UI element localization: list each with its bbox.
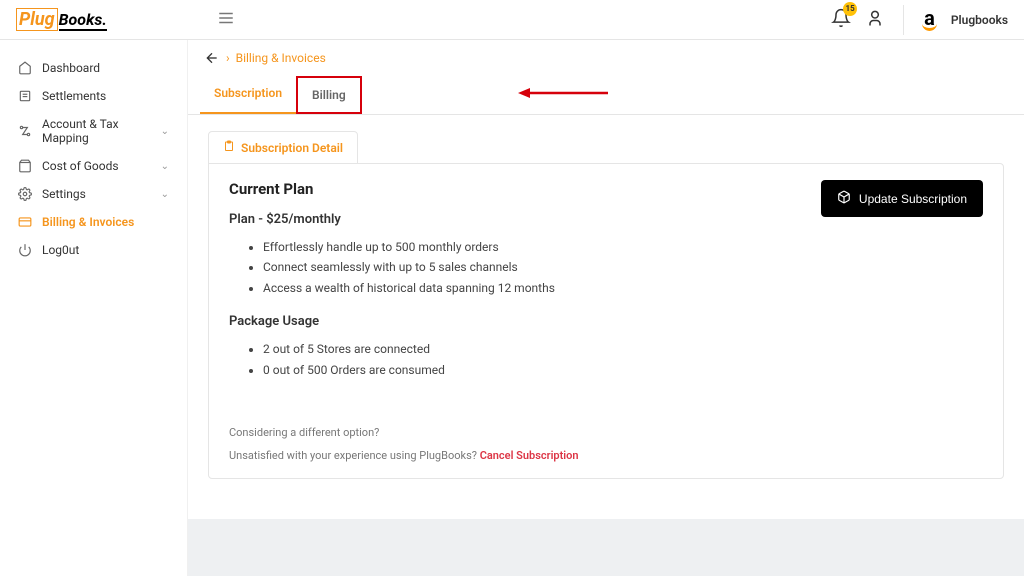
subscription-detail-body: Update Subscription Current Plan Plan - … <box>208 163 1004 479</box>
logo-part2: Books. <box>59 10 107 31</box>
update-subscription-button[interactable]: Update Subscription <box>821 180 983 217</box>
chevron-down-icon: ⌄ <box>161 126 169 137</box>
notification-bell[interactable]: 15 <box>831 8 851 32</box>
plan-point: Access a wealth of historical data spann… <box>263 278 983 298</box>
gear-icon <box>18 187 32 201</box>
cancel-subscription-link[interactable]: Cancel Subscription <box>480 449 579 462</box>
sidebar-item-label: Settings <box>42 187 86 201</box>
company-name: Plugbooks <box>951 13 1008 27</box>
pill-label: Subscription Detail <box>241 141 343 155</box>
sidebar-item-label: Settlements <box>42 89 106 103</box>
tabs: Subscription Billing <box>188 76 1024 115</box>
package-usage-title: Package Usage <box>229 314 983 329</box>
usage-point: 2 out of 5 Stores are connected <box>263 339 983 359</box>
subscription-detail-pill[interactable]: Subscription Detail <box>208 131 358 164</box>
profile-icon[interactable] <box>865 8 885 32</box>
sidebar-item-account-tax[interactable]: Account & Tax Mapping ⌄ <box>0 110 187 152</box>
amazon-icon[interactable]: a <box>922 8 937 31</box>
sidebar-item-settings[interactable]: Settings ⌄ <box>0 180 187 208</box>
chevron-down-icon: ⌄ <box>161 161 169 172</box>
hamburger-icon[interactable] <box>217 9 235 31</box>
sidebar-item-dashboard[interactable]: Dashboard <box>0 54 187 82</box>
sidebar-item-billing[interactable]: Billing & Invoices <box>0 208 187 236</box>
unsatisfied-line: Unsatisfied with your experience using P… <box>229 449 983 462</box>
mapping-icon <box>18 124 32 138</box>
tab-subscription[interactable]: Subscription <box>200 76 296 114</box>
sidebar-item-label: Billing & Invoices <box>42 215 134 229</box>
sidebar: Dashboard Settlements Account & Tax Mapp… <box>0 40 188 576</box>
logo-part1: Plug <box>16 8 58 31</box>
annotation-arrow-icon <box>518 86 608 100</box>
usage-points-list: 2 out of 5 Stores are connected 0 out of… <box>229 339 983 380</box>
settlements-icon <box>18 89 32 103</box>
sidebar-item-settlements[interactable]: Settlements <box>0 82 187 110</box>
chevron-right-icon: › <box>226 51 230 65</box>
dashboard-icon <box>18 61 32 75</box>
plan-point: Connect seamlessly with up to 5 sales ch… <box>263 257 983 277</box>
considering-text: Considering a different option? <box>229 426 983 439</box>
update-subscription-label: Update Subscription <box>859 192 967 206</box>
sidebar-item-logout[interactable]: Log0ut <box>0 236 187 264</box>
cube-icon <box>837 190 851 207</box>
logo[interactable]: Plug Books. <box>16 8 107 31</box>
plan-point: Effortlessly handle up to 500 monthly or… <box>263 237 983 257</box>
card-icon <box>18 215 32 229</box>
sidebar-item-label: Log0ut <box>42 243 79 257</box>
sidebar-item-label: Cost of Goods <box>42 159 119 173</box>
vertical-divider <box>903 5 904 35</box>
clipboard-icon <box>223 140 235 155</box>
tab-billing[interactable]: Billing <box>296 76 362 114</box>
breadcrumb: › Billing & Invoices <box>188 40 1024 76</box>
bag-icon <box>18 159 32 173</box>
plan-points-list: Effortlessly handle up to 500 monthly or… <box>229 237 983 298</box>
chevron-down-icon: ⌄ <box>161 189 169 200</box>
notification-badge: 15 <box>843 2 857 16</box>
sidebar-item-label: Dashboard <box>42 61 100 75</box>
usage-point: 0 out of 500 Orders are consumed <box>263 360 983 380</box>
back-arrow-icon[interactable] <box>204 50 220 66</box>
breadcrumb-text: Billing & Invoices <box>236 51 326 65</box>
sidebar-item-label: Account & Tax Mapping <box>42 117 151 145</box>
sidebar-item-cost-goods[interactable]: Cost of Goods ⌄ <box>0 152 187 180</box>
unsat-prefix: Unsatisfied with your experience using P… <box>229 449 480 462</box>
power-icon <box>18 243 32 257</box>
